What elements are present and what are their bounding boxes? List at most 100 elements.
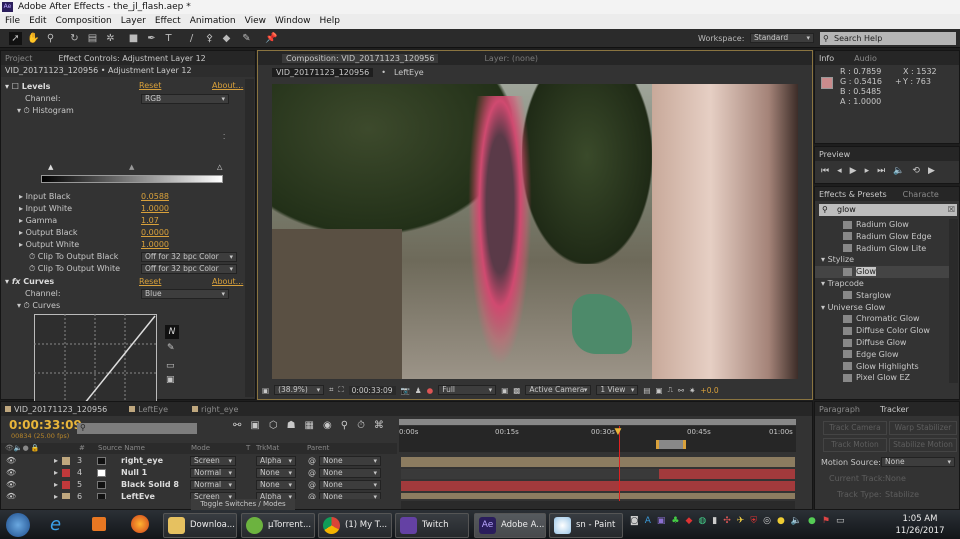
levels-reset-link[interactable]: Reset	[139, 81, 161, 90]
menu-composition[interactable]: Composition	[56, 14, 112, 29]
stopwatch-icon[interactable]: ⏱	[357, 420, 365, 431]
shield-tray-icon[interactable]: ⛨	[750, 516, 757, 526]
live-update-icon[interactable]: ▣	[250, 420, 259, 431]
timeline-timecode[interactable]: 0:00:33:09	[9, 418, 82, 432]
layer-name[interactable]: Null 1	[121, 467, 147, 479]
network-tray-icon[interactable]: ✣	[723, 516, 731, 526]
clock[interactable]: 1:05 AM 11/26/2017	[890, 513, 950, 537]
show-snapshot-icon[interactable]: ♟	[415, 386, 422, 395]
tab-effects-presets[interactable]: Effects & Presets	[819, 190, 887, 199]
layer-row[interactable]: 👁 ▸ 6 LeftEye Screen Alpha @ None	[1, 491, 397, 499]
resolution-select[interactable]: Full	[438, 385, 497, 395]
pickwhip-icon[interactable]: @	[308, 467, 316, 479]
effect-item[interactable]: Diffuse Glow	[843, 337, 906, 349]
last-frame-icon[interactable]: ⏭	[877, 166, 885, 176]
start-button[interactable]	[6, 513, 30, 537]
tab-audio[interactable]: Audio	[854, 54, 877, 63]
warp-stabilizer-button[interactable]: Warp Stabilizer	[889, 421, 957, 435]
layer-label-color[interactable]	[62, 481, 70, 489]
channel-icon[interactable]: ●	[427, 386, 434, 395]
red-tray-icon[interactable]: ◆	[686, 516, 693, 526]
tab-effect-controls[interactable]: Effect Controls: Adjustment Layer 12	[58, 54, 205, 63]
layer-name[interactable]: right_eye	[121, 455, 163, 467]
effect-item[interactable]: Radium Glow Lite	[843, 243, 926, 255]
effect-levels-title[interactable]: ▾ ☐ Levels	[5, 81, 50, 93]
curve-save-icon[interactable]: ▣	[166, 375, 175, 385]
layer-trkmat-select[interactable]: None	[256, 480, 296, 490]
layer-bar-null-1[interactable]	[659, 469, 795, 479]
layer-label-color[interactable]	[62, 493, 70, 499]
effect-item[interactable]: Chromatic Glow	[843, 313, 920, 325]
globe-tray-icon[interactable]: ◍	[698, 516, 706, 526]
zoom-tool-icon[interactable]: ⚲	[44, 32, 57, 45]
layer-trkmat-select[interactable]: Alpha	[256, 456, 296, 466]
puppet-pin-tool-icon[interactable]: 📌	[265, 32, 278, 45]
tab-tracker[interactable]: Tracker	[880, 405, 909, 414]
gamma-slider[interactable]: ▲	[129, 163, 134, 171]
plane-tray-icon[interactable]: ✈	[737, 516, 745, 526]
flowchart-icon[interactable]: ⚯	[678, 386, 684, 395]
taskbar-chrome[interactable]: (1) My T...	[318, 513, 392, 538]
curve-pencil-tool-icon[interactable]: ✎	[167, 343, 175, 353]
workspace-select[interactable]: Standard	[750, 33, 814, 43]
input-white-slider[interactable]: △	[217, 163, 222, 171]
effect-item[interactable]: Glow Highlights	[843, 361, 919, 373]
taskbar-twitch[interactable]: Twitch	[395, 513, 469, 538]
current-time-indicator[interactable]: ▼	[615, 427, 622, 437]
layer-row[interactable]: 👁 ▸ 3 right_eye Screen Alpha @ None	[1, 455, 397, 467]
gamma-value[interactable]: 1.07	[141, 215, 159, 227]
input-white-value[interactable]: 1.0000	[141, 203, 169, 215]
layer-mode-select[interactable]: Normal	[190, 480, 236, 490]
layer-mode-select[interactable]: Normal	[190, 468, 236, 478]
effects-category[interactable]: ▾ Universe Glow	[821, 302, 885, 314]
current-time-display[interactable]: 0:00:33:09	[348, 385, 396, 395]
usb-tray-icon[interactable]: ▮	[712, 516, 717, 526]
view-layout-select[interactable]: 1 View	[596, 385, 639, 395]
expand-layer-icon[interactable]: ▸	[54, 467, 58, 479]
layer-mode-select[interactable]: Screen	[190, 492, 236, 499]
menu-effect[interactable]: Effect	[155, 14, 181, 29]
clear-search-icon[interactable]: ☒	[948, 204, 955, 216]
twitch-tray-icon[interactable]: ▣	[657, 516, 666, 526]
expand-layer-icon[interactable]: ▸	[54, 455, 58, 467]
effect-controls-scrollbar[interactable]	[245, 79, 254, 397]
curves-channel-select[interactable]: Blue	[141, 289, 229, 299]
pickwhip-icon[interactable]: @	[308, 491, 316, 499]
layer-name[interactable]: Black Solid 8	[121, 479, 179, 491]
track-motion-button[interactable]: Track Motion	[823, 438, 887, 452]
firefox-icon[interactable]	[131, 515, 149, 533]
ram-preview-icon[interactable]: ▶	[928, 166, 935, 176]
menu-edit[interactable]: Edit	[29, 14, 46, 29]
input-black-value[interactable]: 0.0588	[141, 191, 169, 203]
effects-category[interactable]: ▾ Stylize	[821, 254, 854, 266]
graph-editor-icon[interactable]: ⚲	[341, 420, 348, 431]
region-of-interest-icon[interactable]: ⛶	[338, 385, 343, 395]
menu-view[interactable]: View	[245, 14, 266, 29]
text-tool-icon[interactable]: T	[162, 32, 175, 45]
tab-layer[interactable]: Layer: (none)	[484, 54, 538, 63]
time-navigator[interactable]	[656, 440, 686, 449]
audio-icon[interactable]: 🔈	[893, 166, 904, 176]
composition-viewer[interactable]	[272, 84, 798, 379]
tab-project[interactable]: Project	[5, 54, 32, 63]
curves-graph[interactable]	[34, 314, 158, 404]
snapshot-icon[interactable]: 📷	[401, 386, 410, 395]
timeline-icon[interactable]: ⎍	[668, 385, 673, 395]
input-black-slider[interactable]: ▲	[48, 163, 53, 171]
prev-frame-icon[interactable]: ◂	[837, 166, 842, 176]
histogram-toggle-icon[interactable]: ⁚	[223, 133, 225, 141]
pen-tool-icon[interactable]: ✒	[145, 32, 158, 45]
hide-shy-icon[interactable]: ☗	[287, 420, 296, 431]
stabilize-motion-button[interactable]: Stabilize Motion	[889, 438, 957, 452]
effect-item[interactable]: Radium Glow Edge	[843, 231, 932, 243]
visibility-eye-icon[interactable]: 👁	[6, 479, 16, 491]
effects-category[interactable]: ▾ Trapcode	[821, 278, 864, 290]
layer-row[interactable]: 👁 ▸ 5 Black Solid 8 Normal None @ None	[1, 479, 397, 491]
effect-item[interactable]: Edge Glow	[843, 349, 899, 361]
clip-white-select[interactable]: Off for 32 bpc Color	[141, 264, 237, 274]
taskbar-paint[interactable]: sn - Paint	[549, 513, 623, 538]
clip-black-select[interactable]: Off for 32 bpc Color	[141, 252, 237, 262]
curves-reset-link[interactable]: Reset	[139, 276, 161, 288]
track-camera-button[interactable]: Track Camera	[823, 421, 887, 435]
rotate-tool-icon[interactable]: ↻	[68, 32, 81, 45]
